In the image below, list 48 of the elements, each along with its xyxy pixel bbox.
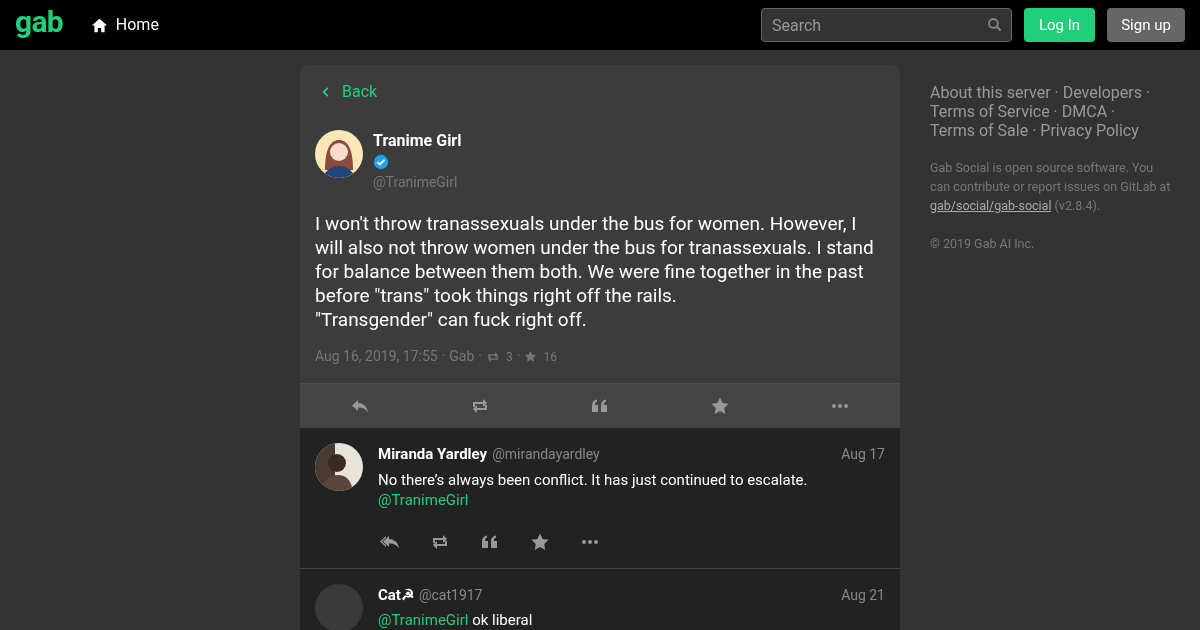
separator: · (478, 347, 482, 366)
footer-link[interactable]: About this server (930, 83, 1051, 102)
timestamp-link[interactable]: Aug 17 (841, 444, 885, 465)
mention-link[interactable]: @TranimeGirl (378, 611, 469, 629)
separator: · (1145, 83, 1151, 102)
display-name[interactable]: Cat☭ (378, 583, 414, 606)
search-icon[interactable] (987, 17, 1003, 33)
signup-button[interactable]: Sign up (1107, 8, 1185, 42)
footer-link[interactable]: DMCA (1061, 102, 1108, 121)
footer-link[interactable]: Developers (1062, 83, 1142, 102)
footer-link[interactable]: Terms of Service (930, 102, 1050, 121)
repost-count: 3 (506, 348, 513, 366)
back-link[interactable]: Back (320, 80, 378, 104)
status-text: "Transgender" can fuck right off. (315, 308, 588, 332)
star-icon (524, 350, 538, 363)
separator: · (1111, 102, 1116, 121)
separator: · (1054, 83, 1059, 102)
display-name[interactable]: Tranime Girl (373, 130, 462, 152)
reply-item[interactable]: Cat☭ @cat1917 Aug 21 @TranimeGirl ok liberal (300, 567, 900, 630)
nav-link[interactable]: Home (90, 13, 159, 37)
logo[interactable]: gab (15, 7, 63, 37)
reply-item[interactable]: Miranda Yardley @mirandayardley Aug 17 No there’s always been conflict. It has just continued to escalate. @TranimeGirl (300, 427, 900, 568)
display-name[interactable]: Miranda Yardley (378, 443, 488, 466)
app-name: Gab (449, 347, 475, 366)
separator: · (1053, 102, 1058, 121)
mention-link[interactable]: @TranimeGirl (378, 490, 469, 509)
reply-text: ok liberal (471, 611, 533, 629)
separator: · (1032, 121, 1037, 140)
repo-link[interactable]: gab/social/gab-social (930, 198, 1052, 213)
copyright-text: © 2019 Gab AI Inc. (930, 235, 1036, 253)
timestamp-link[interactable]: Aug 21 (841, 584, 885, 606)
separator: · (516, 347, 521, 366)
avatar[interactable] (315, 130, 363, 178)
footer-link[interactable]: Privacy Policy (1040, 121, 1139, 140)
about-text: Gab Social is open source software. You can contribute or report issues on GitLab at gab/social/gab-social (v2.8.4). (930, 159, 1172, 215)
search-field[interactable]: Search (761, 8, 1012, 42)
username[interactable]: @cat1917 (418, 584, 483, 606)
reply-text: No there’s always been conflict. It has just continued to escalate. (378, 470, 808, 489)
username[interactable]: @TranimeGirl (373, 172, 462, 192)
avatar[interactable] (315, 443, 363, 491)
status-text: I won't throw tranassexuals under the bus for women. However, I will also not throw women under the bus for tranassexuals. I stand for balance between them both. We were fine together in the past before "trans" took things right off the rails. (315, 212, 875, 308)
repost-icon (486, 349, 500, 364)
username[interactable]: @mirandayardley (492, 444, 600, 465)
separator: · (441, 347, 446, 366)
favourite-count: 16 (543, 348, 557, 366)
home-icon (90, 16, 108, 34)
footer-link[interactable]: Terms of Sale (930, 121, 1029, 140)
timestamp-link[interactable]: Aug 16, 2019, 17:55 (315, 346, 438, 367)
